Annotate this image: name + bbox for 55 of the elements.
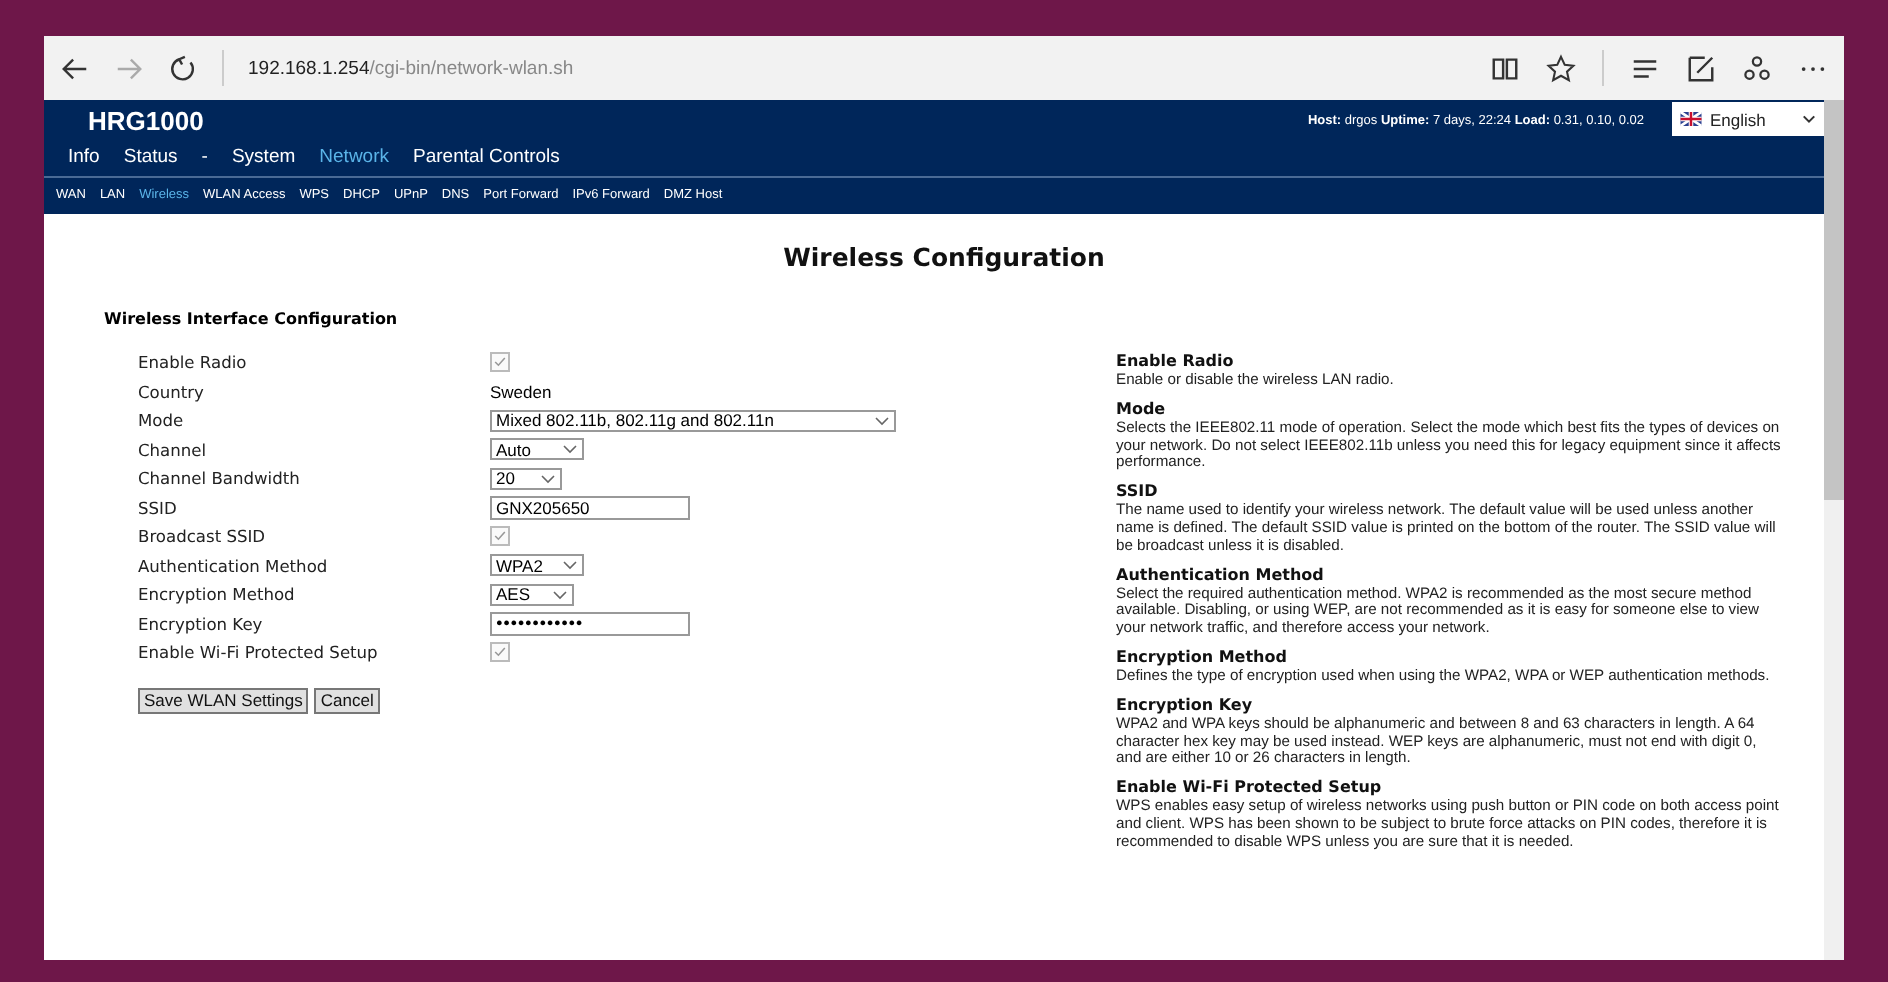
share-icon[interactable] xyxy=(1742,53,1772,83)
field-label: SSID xyxy=(138,495,179,521)
menu-tab[interactable]: Info xyxy=(68,146,100,168)
section-title: Wireless Interface Configuration xyxy=(104,310,400,328)
help-heading: Encryption Key xyxy=(1116,695,1255,714)
help-heading: Authentication Method xyxy=(1116,565,1326,584)
menu-tab[interactable]: Parental Controls xyxy=(413,146,560,168)
field-label: Country xyxy=(138,379,206,406)
help-heading: Enable Radio xyxy=(1116,352,1236,370)
help-heading: SSID xyxy=(1116,482,1160,501)
book-icon[interactable] xyxy=(1490,53,1520,83)
language-select[interactable]: English xyxy=(1672,102,1824,136)
field-label: Channel xyxy=(138,437,209,463)
field-label: Enable Radio xyxy=(138,350,249,376)
caret-icon xyxy=(551,589,568,600)
star-icon[interactable] xyxy=(1546,53,1576,83)
help-heading: Enable Wi-Fi Protected Setup xyxy=(1116,778,1384,797)
field-label: Enable Wi-Fi Protected Setup xyxy=(138,640,380,666)
back-icon[interactable] xyxy=(60,53,90,83)
field-label: Encryption Method xyxy=(138,582,297,608)
checkbox[interactable] xyxy=(490,642,510,663)
field-label: Authentication Method xyxy=(138,553,330,579)
dropdown[interactable]: Mixed 802.11b, 802.11g and 802.11n xyxy=(490,409,896,432)
help-heading: Mode xyxy=(1116,399,1168,418)
caret-icon xyxy=(561,444,578,455)
caret-icon xyxy=(561,560,578,571)
field-label: Broadcast SSID xyxy=(138,524,268,550)
menu-tab[interactable]: Status xyxy=(123,146,178,168)
text-field[interactable]: GNX205650 xyxy=(490,495,690,520)
help-heading: Encryption Method xyxy=(1116,647,1289,666)
scrollbar[interactable] xyxy=(1824,100,1844,960)
menu-tab[interactable]: Network xyxy=(319,146,389,168)
menu-tab[interactable]: System xyxy=(231,146,296,168)
dropdown[interactable]: 20 xyxy=(490,467,563,490)
field-label: Channel Bandwidth xyxy=(138,466,302,492)
refresh-icon[interactable] xyxy=(168,53,198,83)
field-value: Sweden xyxy=(490,381,552,402)
dropdown[interactable]: WPA2 xyxy=(490,554,584,577)
caret-icon xyxy=(1802,114,1816,124)
pen-icon[interactable] xyxy=(1686,53,1716,83)
dropdown[interactable]: Auto xyxy=(490,438,584,461)
menu-tab[interactable]: - xyxy=(201,146,208,168)
field-label: Encryption Key xyxy=(138,611,265,638)
dropdown[interactable]: AES xyxy=(490,583,574,606)
checkbox[interactable] xyxy=(490,526,510,547)
form-button[interactable]: Save WLAN Settings xyxy=(138,687,309,713)
checkbox[interactable] xyxy=(490,352,510,373)
form-button[interactable]: Cancel xyxy=(314,687,380,713)
page-title: Wireless Configuration xyxy=(781,242,1107,272)
caret-icon xyxy=(873,415,890,426)
flag-icon xyxy=(1680,112,1702,126)
caret-icon xyxy=(540,473,557,484)
router-title: HRG1000 xyxy=(88,105,204,135)
field-label: Mode xyxy=(138,408,186,434)
address-bar[interactable]: 192.168.1.254/cgi-bin/network-wlan.sh xyxy=(248,57,574,79)
